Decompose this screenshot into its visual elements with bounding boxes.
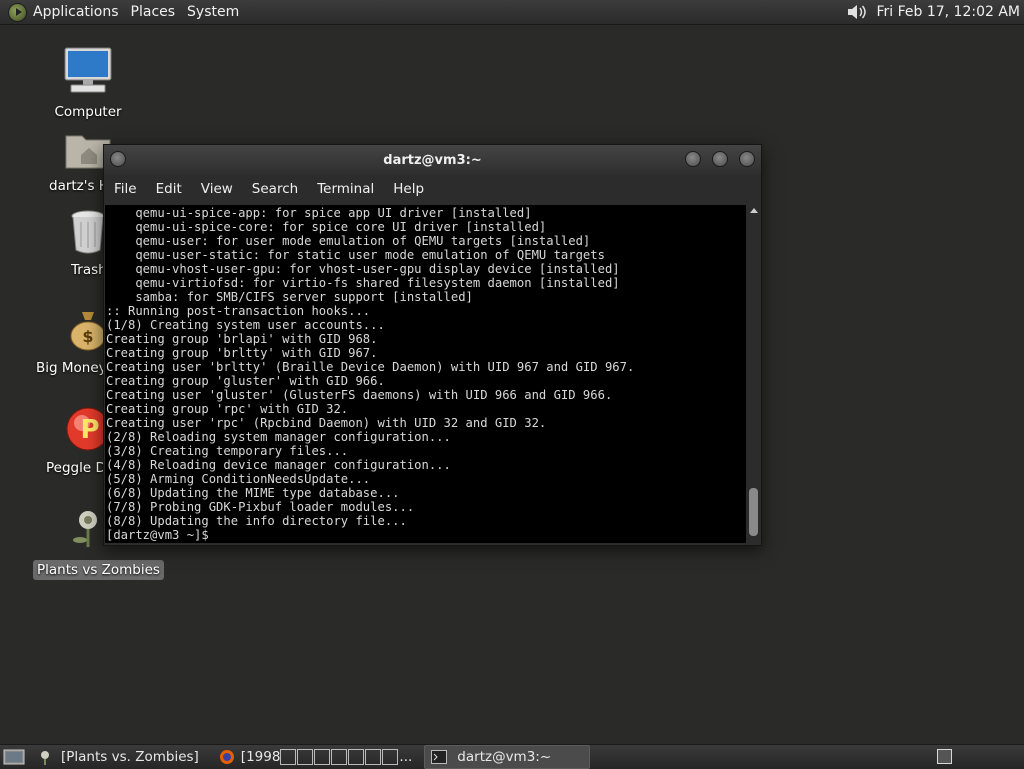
terminal-line: (4/8) Reloading device manager configura… xyxy=(106,458,451,472)
bottom-panel: [Plants vs. Zombies] [1998 ... dartz@vm3… xyxy=(0,744,1024,769)
terminal-line: qemu-vhost-user-gpu: for vhost-user-gpu … xyxy=(106,262,620,276)
scrollbar-thumb[interactable] xyxy=(749,488,758,536)
plants-vs-zombies-icon xyxy=(41,751,49,765)
terminal-line: (1/8) Creating system user accounts... xyxy=(106,318,385,332)
menu-terminal[interactable]: Terminal xyxy=(317,181,374,197)
terminal-line: Creating user 'brltty' (Braille Device D… xyxy=(106,360,635,374)
terminal-line: (6/8) Updating the MIME type database... xyxy=(106,486,400,500)
terminal-line: qemu-virtiofsd: for virtio-fs shared fil… xyxy=(106,276,620,290)
taskbar-item-label: [Plants vs. Zombies] xyxy=(61,749,199,765)
terminal-output[interactable]: qemu-ui-spice-app: for spice app UI driv… xyxy=(105,205,746,543)
menu-edit[interactable]: Edit xyxy=(156,181,182,197)
terminal-line: (5/8) Arming ConditionNeedsUpdate... xyxy=(106,472,371,486)
missing-glyph-icon xyxy=(365,749,382,765)
terminal-line: Creating group 'brlapi' with GID 968. xyxy=(106,332,378,346)
terminal-line: Creating group 'gluster' with GID 966. xyxy=(106,374,385,388)
svg-text:P: P xyxy=(80,415,99,445)
computer-icon xyxy=(64,47,112,93)
window-titlebar[interactable]: dartz@vm3:~ xyxy=(104,145,761,175)
menu-search[interactable]: Search xyxy=(252,181,298,197)
show-desktop-icon[interactable] xyxy=(3,747,25,767)
close-button[interactable] xyxy=(739,151,755,167)
terminal-menubar: File Edit View Search Terminal Help xyxy=(104,175,761,203)
menu-file[interactable]: File xyxy=(114,181,137,197)
missing-glyph-icon xyxy=(382,749,399,765)
top-panel: Applications Places System Fri Feb 17, 1… xyxy=(0,0,1024,25)
taskbar-item-plants-vs-zombies[interactable]: [Plants vs. Zombies] xyxy=(31,746,205,768)
missing-glyph-icon xyxy=(297,749,314,765)
scroll-up-arrow-icon[interactable] xyxy=(750,208,758,213)
missing-glyph-icon xyxy=(314,749,331,765)
terminal-line: qemu-user-static: for static user mode e… xyxy=(106,248,605,262)
window-title: dartz@vm3:~ xyxy=(383,152,482,168)
terminal-line: (7/8) Probing GDK-Pixbuf loader modules.… xyxy=(106,500,415,514)
missing-glyph-icon xyxy=(348,749,365,765)
taskbar-item-firefox[interactable]: [1998 ... xyxy=(213,746,419,768)
menu-places[interactable]: Places xyxy=(131,4,176,20)
taskbar-item-label: dartz@vm3:~ xyxy=(457,749,552,765)
terminal-line: qemu-user: for user mode emulation of QE… xyxy=(106,234,591,248)
terminal-window[interactable]: dartz@vm3:~ File Edit View Search Termin… xyxy=(103,144,762,546)
terminal-line: (2/8) Reloading system manager configura… xyxy=(106,430,451,444)
terminal-line: Creating user 'rpc' (Rpcbind Daemon) wit… xyxy=(106,416,547,430)
maximize-button[interactable] xyxy=(712,151,728,167)
menu-applications[interactable]: Applications xyxy=(33,4,119,20)
taskbar-item-label: [1998 xyxy=(240,749,281,765)
volume-icon[interactable] xyxy=(846,2,868,22)
taskbar-item-terminal[interactable]: dartz@vm3:~ xyxy=(424,745,591,769)
terminal-line: Creating group 'rpc' with GID 32. xyxy=(106,402,349,416)
menu-system[interactable]: System xyxy=(187,4,239,20)
desktop-label: Computer xyxy=(54,104,122,120)
ellipsis-text: ... xyxy=(399,749,413,765)
minimize-button[interactable] xyxy=(685,151,701,167)
workspace-switcher[interactable] xyxy=(937,749,952,764)
trash-icon xyxy=(71,210,105,254)
terminal-line: :: Running post-transaction hooks... xyxy=(106,304,371,318)
terminal-lines: qemu-ui-spice-app: for spice app UI driv… xyxy=(105,205,746,542)
menu-help[interactable]: Help xyxy=(393,181,424,197)
terminal-line: qemu-ui-spice-core: for spice core UI dr… xyxy=(106,220,547,234)
desktop-icon-computer[interactable]: Computer xyxy=(33,46,143,120)
distro-logo-icon[interactable] xyxy=(8,2,27,22)
terminal-line: Creating user 'gluster' (GlusterFS daemo… xyxy=(106,388,613,402)
menu-view[interactable]: View xyxy=(201,181,233,197)
terminal-line: Creating group 'brltty' with GID 967. xyxy=(106,346,378,360)
firefox-icon xyxy=(219,750,234,764)
terminal-line: [dartz@vm3 ~]$ xyxy=(106,528,217,542)
terminal-icon xyxy=(431,750,448,764)
clock[interactable]: Fri Feb 17, 12:02 AM xyxy=(876,4,1020,20)
window-menu-button[interactable] xyxy=(110,151,126,167)
terminal-line: qemu-ui-spice-app: for spice app UI driv… xyxy=(106,206,532,220)
missing-glyph-icon xyxy=(331,749,348,765)
terminal-line: (3/8) Creating temporary files... xyxy=(106,444,349,458)
terminal-scrollbar[interactable] xyxy=(747,205,760,543)
terminal-line: samba: for SMB/CIFS server support [inst… xyxy=(106,290,473,304)
svg-text:$: $ xyxy=(82,327,93,346)
missing-glyph-icon xyxy=(280,749,297,765)
desktop-label: Plants vs Zombies xyxy=(33,560,164,580)
terminal-line: (8/8) Updating the info directory file..… xyxy=(106,514,407,528)
